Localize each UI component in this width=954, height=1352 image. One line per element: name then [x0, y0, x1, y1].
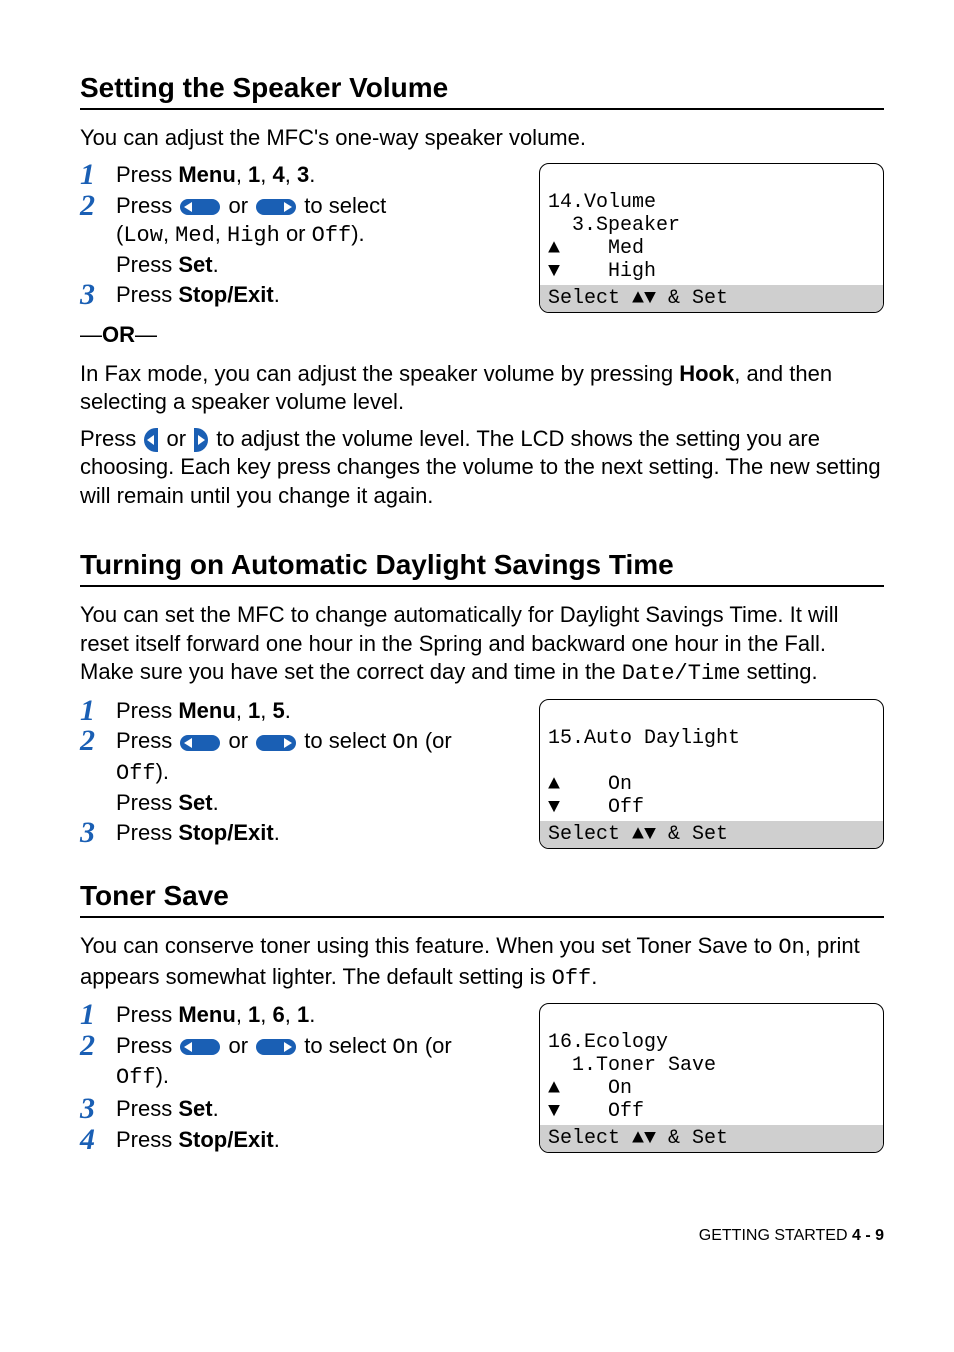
step-number: 2 [80, 186, 95, 225]
intro-text: You can set the MFC to change automatica… [80, 601, 884, 689]
or-divider: —OR— [80, 321, 884, 350]
step-2: 2 Press or to select On (or Off). [116, 1032, 521, 1093]
lcd-display: 16.Ecology 1.Toner Save ▲ On ▼ Off Selec… [539, 1003, 884, 1153]
paragraph: In Fax mode, you can adjust the speaker … [80, 360, 884, 417]
volume-down-icon [144, 428, 158, 452]
lcd-footer: Select ▲▼ & Set [540, 821, 883, 848]
step-number: 2 [80, 1026, 95, 1065]
page-footer: GETTING STARTED 4 - 9 [80, 1226, 884, 1247]
menu-key: Menu [178, 1002, 235, 1027]
stop-exit-key: Stop/Exit [178, 1127, 273, 1152]
intro-text: You can adjust the MFC's one-way speaker… [80, 124, 884, 153]
step-4: 4 Press Stop/Exit. [116, 1126, 521, 1155]
heading-toner-save: Toner Save [80, 878, 884, 918]
nav-right-icon [256, 1039, 296, 1055]
step-text: Press [116, 162, 178, 187]
step-2: 2 Press or to select (Low, Med, High or … [116, 192, 521, 280]
paragraph: Press or to adjust the volume level. The… [80, 425, 884, 511]
nav-left-icon [180, 199, 220, 215]
step-3: 3 Press Stop/Exit. [116, 819, 521, 848]
step-number: 3 [80, 275, 95, 314]
set-key: Set [178, 252, 212, 277]
menu-key: Menu [178, 162, 235, 187]
volume-up-icon [194, 428, 208, 452]
set-key: Set [178, 790, 212, 815]
nav-right-icon [256, 199, 296, 215]
heading-daylight: Turning on Automatic Daylight Savings Ti… [80, 547, 884, 587]
steps-list: 1 Press Menu, 1, 5. 2 Press or to select… [80, 697, 521, 848]
step-3: 3 Press Stop/Exit. [116, 281, 521, 310]
nav-left-icon [180, 1039, 220, 1055]
lcd-footer: Select ▲▼ & Set [540, 1125, 883, 1152]
step-number: 2 [80, 721, 95, 760]
nav-left-icon [180, 735, 220, 751]
set-key: Set [178, 1096, 212, 1121]
step-2: 2 Press or to select On (or Off). Press … [116, 727, 521, 817]
intro-text: You can conserve toner using this featur… [80, 932, 884, 993]
menu-key: Menu [178, 698, 235, 723]
lcd-display: 14.Volume 3.Speaker ▲ Med ▼ High Select … [539, 163, 884, 313]
footer-label: GETTING STARTED [699, 1227, 852, 1244]
stop-exit-key: Stop/Exit [178, 282, 273, 307]
lcd-display: 15.Auto Daylight ▲ On ▼ Off Select ▲▼ & … [539, 699, 884, 849]
step-1: 1 Press Menu, 1, 5. [116, 697, 521, 726]
nav-right-icon [256, 735, 296, 751]
step-number: 3 [80, 813, 95, 852]
step-number: 4 [80, 1120, 95, 1159]
step-3: 3 Press Set. [116, 1095, 521, 1124]
steps-list: 1 Press Menu, 1, 6, 1. 2 Press or to sel… [80, 1001, 521, 1154]
lcd-footer: Select ▲▼ & Set [540, 285, 883, 312]
step-1: 1 Press Menu, 1, 4, 3. [116, 161, 521, 190]
stop-exit-key: Stop/Exit [178, 820, 273, 845]
page-number: 4 - 9 [852, 1227, 884, 1244]
heading-speaker-volume: Setting the Speaker Volume [80, 70, 884, 110]
steps-list: 1 Press Menu, 1, 4, 3. 2 Press or to sel… [80, 161, 521, 310]
hook-key: Hook [679, 361, 734, 386]
step-1: 1 Press Menu, 1, 6, 1. [116, 1001, 521, 1030]
